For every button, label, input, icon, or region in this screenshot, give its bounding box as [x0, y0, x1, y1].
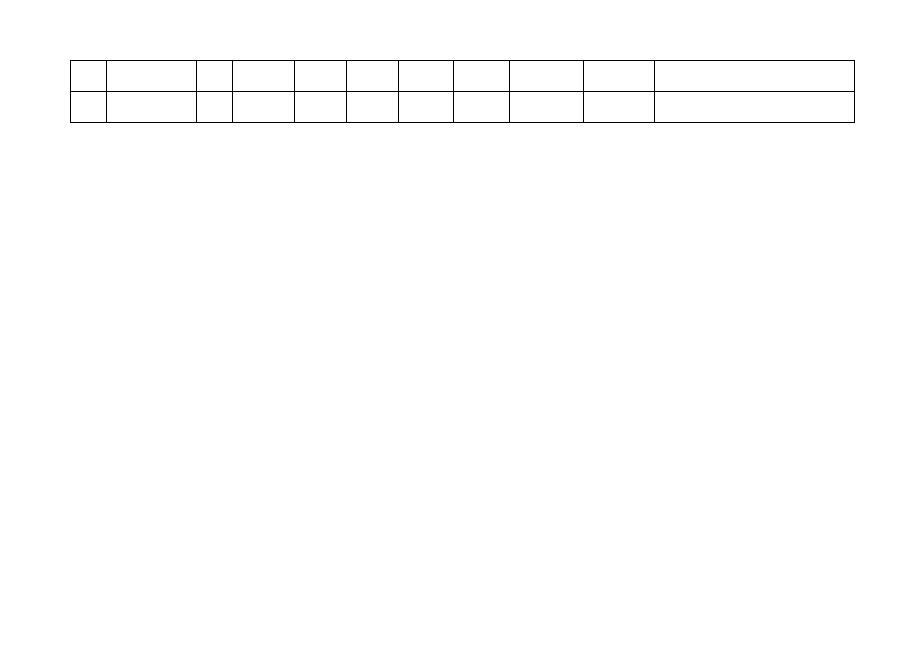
table-cell: [106, 61, 196, 92]
table-cell: [454, 92, 510, 123]
table-cell: [655, 61, 855, 92]
table-cell: [232, 92, 294, 123]
data-table: [70, 60, 855, 123]
table-cell: [232, 61, 294, 92]
table-cell: [655, 92, 855, 123]
table-container: [70, 60, 855, 123]
table-cell: [398, 61, 454, 92]
table-cell: [294, 92, 346, 123]
table-cell: [196, 92, 232, 123]
table-cell: [584, 92, 655, 123]
table-cell: [454, 61, 510, 92]
table-cell: [106, 92, 196, 123]
table-cell: [510, 92, 584, 123]
table-row: [71, 92, 855, 123]
table-cell: [510, 61, 584, 92]
table-cell: [584, 61, 655, 92]
table-cell: [71, 61, 107, 92]
table-cell: [346, 92, 398, 123]
table-cell: [346, 61, 398, 92]
table-cell: [294, 61, 346, 92]
table-cell: [196, 61, 232, 92]
table-row: [71, 61, 855, 92]
table-cell: [71, 92, 107, 123]
table-cell: [398, 92, 454, 123]
